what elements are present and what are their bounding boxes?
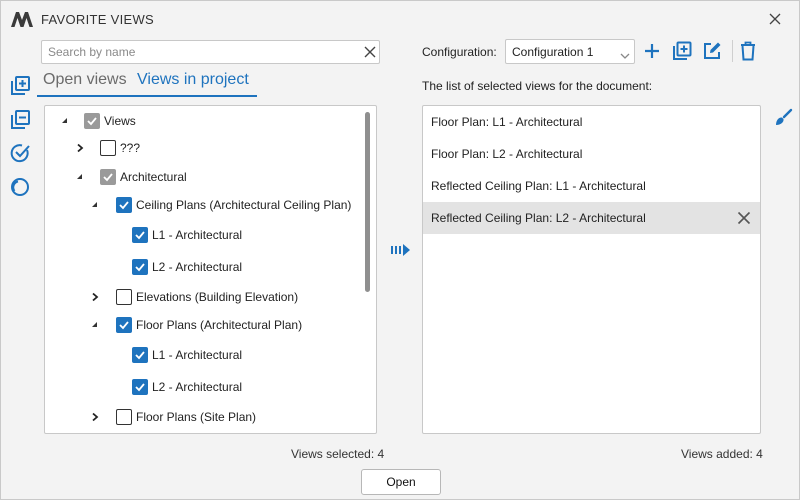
active-tab-indicator — [37, 95, 257, 97]
tree-checkbox-checked[interactable] — [132, 259, 148, 275]
tree-checkbox[interactable] — [116, 289, 132, 305]
selected-views-caption: The list of selected views for the docum… — [422, 79, 653, 93]
clear-search-icon[interactable] — [362, 44, 378, 60]
duplicate-icon[interactable] — [671, 40, 693, 62]
title-bar: FAVORITE VIEWS — [1, 1, 799, 37]
tree-node: Floor Plans (Architectural Plan) — [45, 313, 365, 337]
tree-checkbox-partial[interactable] — [100, 169, 116, 185]
tree-node: Floor Plans (Site Plan) — [45, 405, 365, 429]
list-item-label: Floor Plan: L2 - Architectural — [431, 147, 583, 161]
view-tabs: Open views Views in project — [37, 71, 257, 97]
tree-checkbox-partial[interactable] — [84, 113, 100, 129]
selected-views-list: Floor Plan: L1 - Architectural Floor Pla… — [422, 105, 761, 434]
tab-views-in-project[interactable]: Views in project — [137, 71, 249, 97]
tree-checkbox-checked[interactable] — [132, 227, 148, 243]
tree-node-label[interactable]: Ceiling Plans (Architectural Ceiling Pla… — [136, 198, 351, 212]
tree-node-label[interactable]: Architectural — [120, 170, 187, 184]
expand-icon[interactable] — [74, 142, 86, 154]
tree-node-label[interactable]: Floor Plans (Site Plan) — [136, 410, 256, 424]
tab-open-views[interactable]: Open views — [43, 71, 127, 97]
tree-checkbox[interactable] — [116, 409, 132, 425]
tree-node-label[interactable]: Views — [104, 114, 136, 128]
app-logo-icon — [10, 10, 34, 28]
chevron-down-icon — [620, 49, 630, 59]
check-all-icon[interactable] — [8, 141, 32, 165]
tree-node: Views — [45, 109, 365, 133]
tree-checkbox-checked[interactable] — [116, 317, 132, 333]
tree-node-label[interactable]: L1 - Architectural — [152, 228, 242, 242]
tree-node-label[interactable]: L2 - Architectural — [152, 380, 242, 394]
tree-node: ??? — [45, 136, 365, 160]
expand-icon[interactable] — [89, 291, 101, 303]
tree-node-label[interactable]: Elevations (Building Elevation) — [136, 290, 298, 304]
collapse-icon[interactable] — [89, 199, 101, 211]
window-title: FAVORITE VIEWS — [41, 12, 155, 27]
list-item[interactable]: Reflected Ceiling Plan: L1 - Architectur… — [423, 170, 760, 202]
transfer-arrow-icon[interactable] — [391, 241, 411, 259]
close-icon[interactable] — [763, 7, 787, 31]
uncheck-all-icon[interactable] — [8, 175, 32, 199]
tree-node-label[interactable]: L1 - Architectural — [152, 348, 242, 362]
trash-icon[interactable] — [737, 40, 759, 62]
list-item-label: Reflected Ceiling Plan: L2 - Architectur… — [431, 211, 646, 225]
configuration-value: Configuration 1 — [512, 45, 594, 59]
list-item-label: Floor Plan: L1 - Architectural — [431, 115, 583, 129]
tree-node: Architectural — [45, 165, 365, 189]
tree-node: L2 - Architectural — [45, 255, 365, 279]
search-box — [41, 40, 380, 64]
list-item-selected[interactable]: Reflected Ceiling Plan: L2 - Architectur… — [423, 202, 760, 234]
tree-node: L1 - Architectural — [45, 223, 365, 247]
toolbar-divider — [732, 40, 733, 62]
list-item-label: Reflected Ceiling Plan: L1 - Architectur… — [431, 179, 646, 193]
favorite-views-window: FAVORITE VIEWS Search by name Open views… — [0, 0, 800, 500]
views-selected-count: Views selected: 4 — [291, 447, 385, 461]
tree-node: L1 - Architectural — [45, 343, 365, 367]
list-item[interactable]: Floor Plan: L1 - Architectural — [423, 106, 760, 138]
remove-item-icon[interactable] — [735, 209, 753, 227]
views-tree: Views ??? Architectural Ceiling Plans (A… — [44, 105, 377, 434]
add-copy-icon[interactable] — [8, 74, 32, 98]
tree-node-label[interactable]: L2 - Architectural — [152, 260, 242, 274]
views-added-count: Views added: 4 — [681, 447, 763, 461]
search-input[interactable] — [48, 44, 348, 60]
plus-icon[interactable] — [641, 40, 663, 62]
remove-copy-icon[interactable] — [8, 108, 32, 132]
tree-node-label[interactable]: ??? — [120, 141, 140, 155]
tree-scrollbar[interactable] — [365, 112, 370, 292]
tree-node: Ceiling Plans (Architectural Ceiling Pla… — [45, 193, 365, 217]
edit-icon[interactable] — [701, 40, 723, 62]
tree-node: L2 - Architectural — [45, 375, 365, 399]
configuration-label: Configuration: — [422, 45, 497, 59]
open-button[interactable]: Open — [361, 469, 441, 495]
collapse-icon[interactable] — [59, 115, 71, 127]
list-item[interactable]: Floor Plan: L2 - Architectural — [423, 138, 760, 170]
configuration-dropdown[interactable]: Configuration 1 — [505, 39, 635, 64]
brush-icon[interactable] — [772, 107, 794, 129]
tree-node-label[interactable]: Floor Plans (Architectural Plan) — [136, 318, 302, 332]
collapse-icon[interactable] — [89, 319, 101, 331]
tree-node: Elevations (Building Elevation) — [45, 285, 365, 309]
expand-icon[interactable] — [89, 411, 101, 423]
tree-checkbox[interactable] — [100, 140, 116, 156]
tree-checkbox-checked[interactable] — [132, 379, 148, 395]
collapse-icon[interactable] — [74, 171, 86, 183]
tree-checkbox-checked[interactable] — [116, 197, 132, 213]
tree-checkbox-checked[interactable] — [132, 347, 148, 363]
